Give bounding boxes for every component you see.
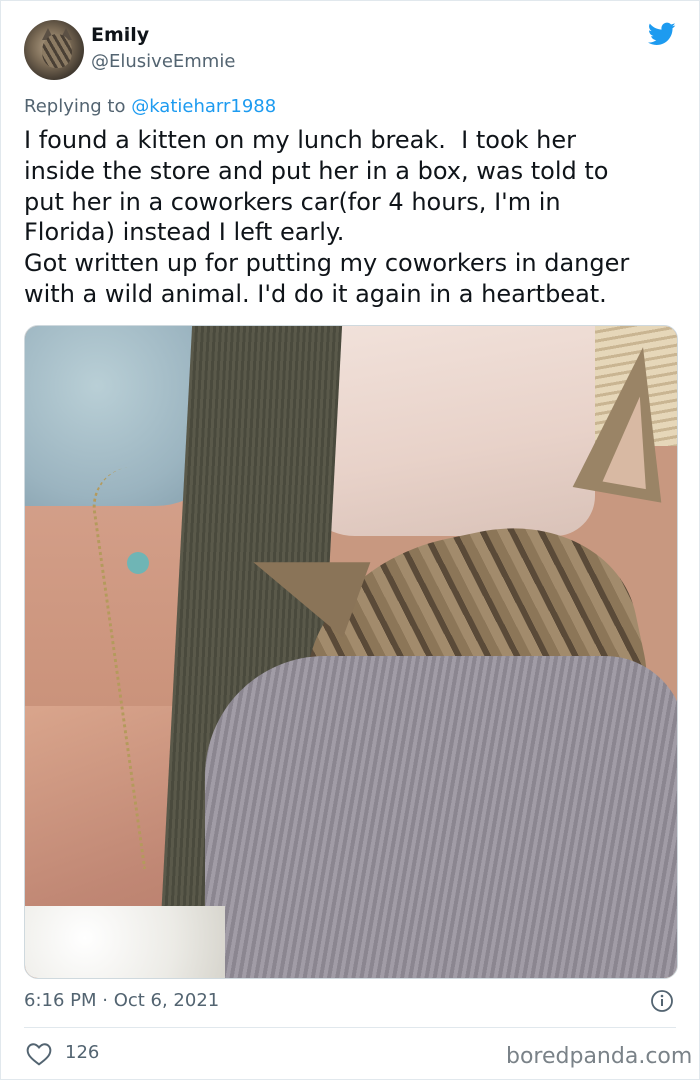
tweet-line: Florida) instead I left early. [24, 218, 345, 247]
avatar[interactable] [24, 20, 84, 80]
tweet-line: Got written up for putting my coworkers … [24, 249, 630, 278]
tweet-text: I found a kitten on my lunch break. I to… [24, 125, 684, 310]
like-count: 126 [65, 1042, 100, 1063]
heart-icon[interactable] [26, 1042, 52, 1066]
twitter-bird-icon[interactable] [646, 20, 678, 48]
tweet-line: with a wild animal. I'd do it again in a… [24, 279, 607, 308]
reply-mention-link[interactable]: @katieharr1988 [131, 96, 276, 117]
tweet-photo[interactable] [24, 325, 678, 979]
author-name[interactable]: Emily [91, 24, 149, 46]
reply-context: Replying to @katieharr1988 [24, 96, 276, 117]
tweet-line: I found a kitten on my lunch break. I to… [24, 126, 576, 154]
tweet-timestamp[interactable]: 6:16 PM · Oct 6, 2021 [24, 990, 219, 1011]
info-icon[interactable] [650, 989, 674, 1013]
tweet-line: inside the store and put her in a box, w… [24, 156, 609, 185]
divider [24, 1027, 676, 1028]
reply-prefix: Replying to [24, 96, 132, 117]
tweet-line: put her in a coworkers car(for 4 hours, … [24, 187, 561, 216]
watermark: boredpanda.com [506, 1044, 693, 1069]
tweet-card: Emily @ElusiveEmmie Replying to @katieha… [0, 0, 700, 1080]
author-handle[interactable]: @ElusiveEmmie [91, 51, 235, 72]
